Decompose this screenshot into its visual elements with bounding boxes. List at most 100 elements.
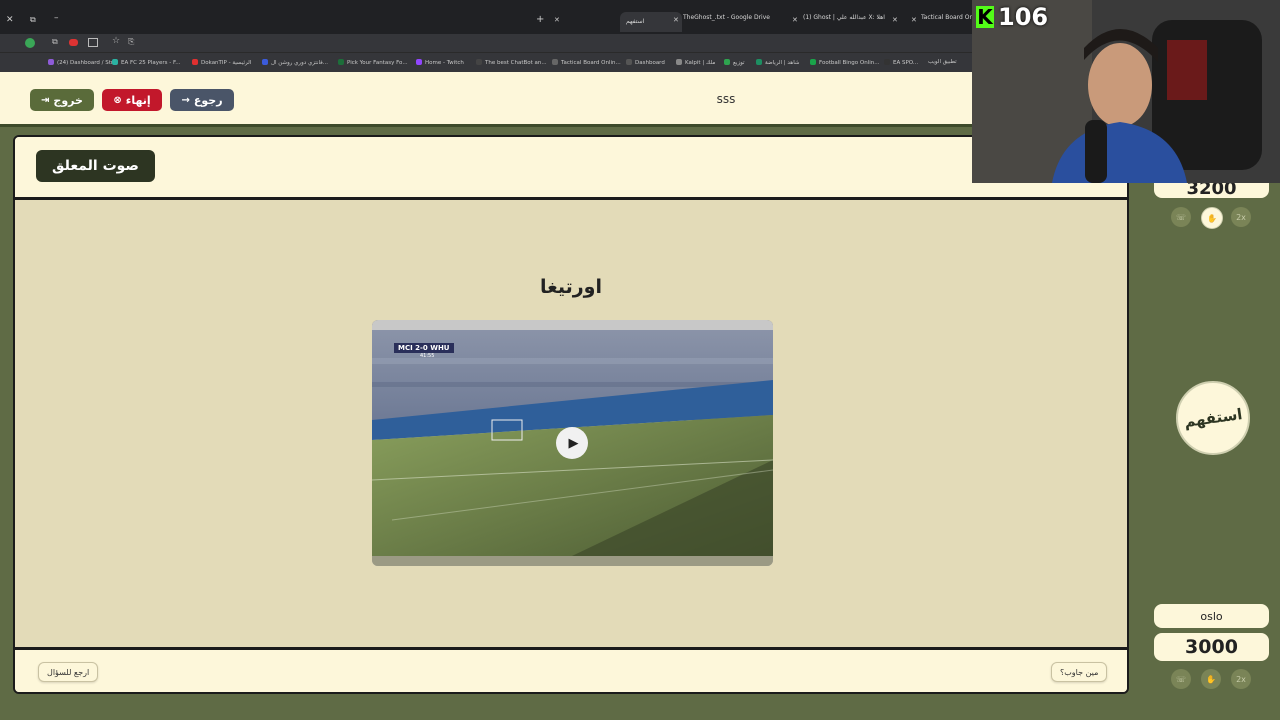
browser-tab-bar: ✕ ⧉ – + ✕ استفهم ✕ TheGhost_.txt - Googl… [0, 0, 972, 34]
tab-close-icon[interactable]: ✕ [911, 16, 917, 24]
bookmark-item[interactable]: Football Bingo Onlin... [810, 59, 880, 66]
back-label: رجوع [193, 93, 223, 107]
bookmark-icon [552, 59, 558, 65]
card-header: صوت المعلق [15, 137, 1127, 200]
bookmark-item[interactable]: تطبيق الويب [928, 59, 957, 65]
team2-name: oslo [1154, 604, 1269, 628]
end-label: إنهاء [125, 93, 151, 107]
category-badge: صوت المعلق [36, 150, 155, 182]
bookmark-icon [810, 59, 816, 65]
bookmark-label: Pick Your Fantasy Fo... [347, 60, 408, 66]
viewer-count: 106 [998, 3, 1049, 31]
bookmark-item[interactable]: توزيع [724, 59, 745, 66]
header-divider [0, 124, 972, 127]
tab-close-icon[interactable]: ✕ [554, 16, 560, 24]
match-score: MCI 2-0 WHU [398, 344, 450, 352]
bookmark-label: Football Bingo Onlin... [819, 60, 880, 66]
bookmark-item[interactable]: Pick Your Fantasy Fo... [338, 59, 408, 66]
kick-logo-icon: K [976, 5, 994, 29]
close-window-icon[interactable]: ✕ [6, 15, 14, 25]
bookmark-item[interactable]: Kalpit | ملك [676, 59, 715, 66]
hand-lifeline-icon[interactable]: ✋ [1201, 207, 1223, 229]
arrow-right-icon: → [181, 94, 190, 106]
question-card: صوت المعلق اورتيغا MCI 2-0 WHU 41:55 ▶ ا… [13, 135, 1129, 694]
bookmark-label: فانتزي دوري روشن ال... [271, 60, 329, 66]
bookmark-icon [884, 59, 890, 65]
bookmark-label: شاهد | الرياضة [765, 60, 800, 66]
bookmark-label: DokanTIP - الرئيسية [201, 60, 252, 66]
answer-text: اورتيغا [539, 276, 602, 298]
screen-icon[interactable] [88, 38, 98, 47]
tab-x-ghost[interactable]: (1) Ghost | عبدالله علي X: اهلا . [803, 14, 887, 30]
bookmark-item[interactable]: Dashboard [626, 59, 665, 66]
exit-button[interactable]: ⇥ خروج [30, 89, 94, 111]
logo-badge: استفهم [1176, 381, 1250, 455]
bookmark-icon [112, 59, 118, 65]
call-lifeline-icon[interactable]: ☏ [1171, 669, 1191, 689]
card-footer [15, 647, 1127, 692]
share-icon[interactable]: ⎘ [128, 37, 134, 47]
bookmark-label: تطبيق الويب [928, 59, 957, 65]
extensions-icon[interactable]: ⧉ [52, 37, 58, 47]
scoreboard-overlay: MCI 2-0 WHU [394, 343, 454, 353]
bookmark-label: EA SPO... [893, 60, 919, 66]
new-tab-icon[interactable]: + [536, 14, 544, 25]
restore-icon[interactable]: ⧉ [30, 15, 36, 25]
bookmark-label: Dashboard [635, 60, 665, 66]
bookmark-item[interactable]: Tactical Board Onlin... [552, 59, 621, 66]
double-points-lifeline[interactable]: 2x [1231, 207, 1251, 227]
bookmark-icon [48, 59, 54, 65]
bookmark-label: Home - Twitch [425, 60, 464, 66]
bookmark-item[interactable]: (24) Dashboard / Str... [48, 59, 118, 66]
browser-toolbar: ⧉ ☆ ⎘ [0, 34, 972, 52]
bookmark-icon [676, 59, 682, 65]
bookmark-icon [476, 59, 482, 65]
bookmark-label: Tactical Board Onlin... [561, 60, 621, 66]
logo-text: استفهم [1182, 405, 1244, 431]
team2-score: 3000 [1154, 633, 1269, 661]
tab-google-drive[interactable]: TheGhost_.txt - Google Drive [683, 14, 783, 30]
play-button[interactable]: ▶ [556, 427, 588, 459]
end-game-button[interactable]: ⊗ إنهاء [102, 89, 162, 111]
bookmark-label: EA FC 25 Players - F... [121, 60, 181, 66]
record-icon[interactable] [69, 39, 78, 46]
back-button[interactable]: → رجوع [170, 89, 234, 111]
play-icon: ▶ [568, 435, 579, 451]
stop-icon: ⊗ [113, 94, 122, 106]
double-points-lifeline[interactable]: 2x [1231, 669, 1251, 689]
bookmark-item[interactable]: Home - Twitch [416, 59, 464, 66]
video-player[interactable]: MCI 2-0 WHU 41:55 ▶ [372, 320, 773, 566]
tab-close-icon[interactable]: ✕ [792, 16, 798, 24]
bookmark-icon [626, 59, 632, 65]
exit-label: خروج [53, 93, 83, 107]
bookmark-icon [416, 59, 422, 65]
bookmark-item[interactable]: The best ChatBot an... [476, 59, 547, 66]
exit-icon: ⇥ [41, 94, 50, 106]
bookmarks-bar: (24) Dashboard / Str... EA FC 25 Players… [0, 52, 972, 73]
hand-lifeline-icon[interactable]: ✋ [1201, 669, 1221, 689]
team-name: sss [716, 92, 736, 106]
bookmark-item[interactable]: DokanTIP - الرئيسية [192, 59, 251, 66]
match-clock: 41:55 [420, 353, 435, 359]
bookmark-icon [262, 59, 268, 65]
bookmark-label: Kalpit | ملك [685, 60, 716, 66]
bookmark-icon [192, 59, 198, 65]
minimize-icon[interactable]: – [54, 13, 59, 23]
bookmark-item[interactable]: فانتزي دوري روشن ال... [262, 59, 328, 66]
kick-viewer-counter: K 106 [976, 3, 1049, 31]
bookmark-label: (24) Dashboard / Str... [57, 60, 118, 66]
bookmark-item[interactable]: EA FC 25 Players - F... [112, 59, 180, 66]
who-answered-button[interactable]: مين جاوب؟ [1051, 662, 1108, 682]
back-to-question-button[interactable]: ارجع للسؤال [38, 662, 99, 682]
bookmark-star-icon[interactable]: ☆ [112, 36, 120, 46]
tab-close-icon[interactable]: ✕ [673, 16, 679, 24]
profile-avatar[interactable] [25, 38, 35, 48]
tab-close-icon[interactable]: ✕ [892, 16, 898, 24]
bookmark-item[interactable]: شاهد | الرياضة [756, 59, 800, 66]
bookmark-item[interactable]: EA SPO... [884, 59, 918, 66]
call-lifeline-icon[interactable]: ☏ [1171, 207, 1191, 227]
bookmark-label: توزيع [733, 60, 745, 66]
bookmark-icon [756, 59, 762, 65]
tab-tactical-board[interactable]: Tactical Board Onli... [921, 14, 972, 30]
bookmark-label: The best ChatBot an... [485, 60, 547, 66]
